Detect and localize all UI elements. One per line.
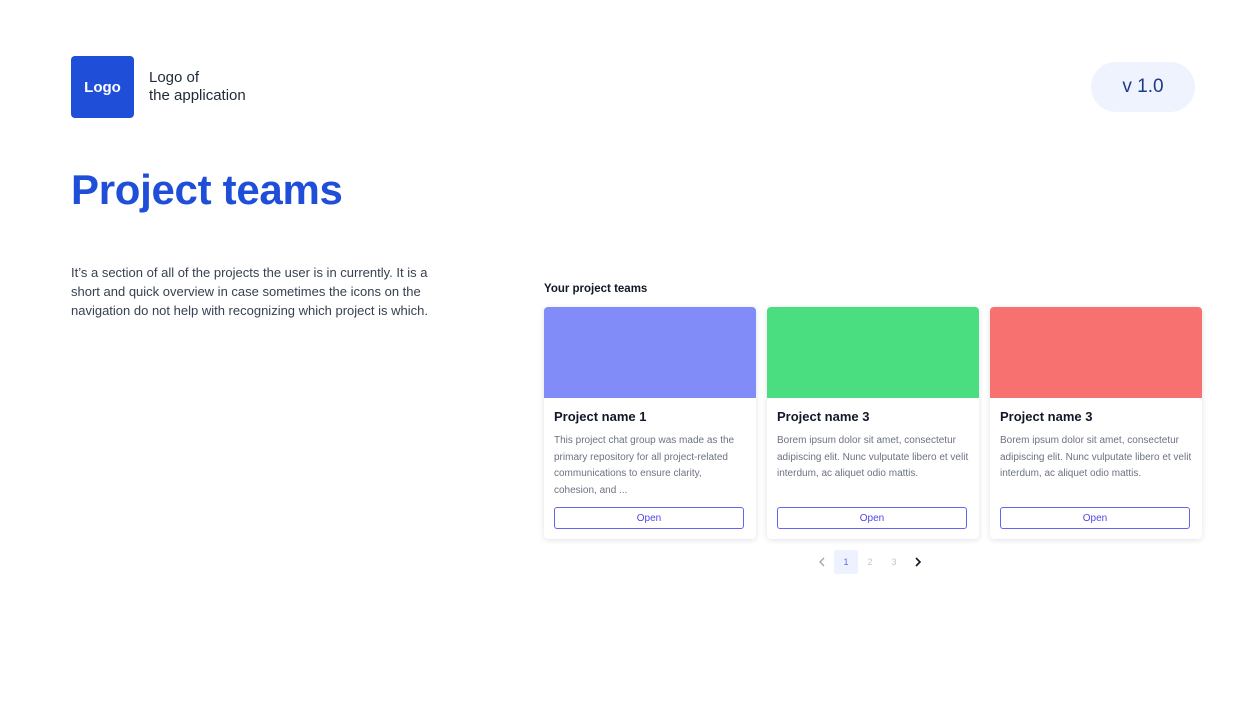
card-description: This project chat group was made as the … — [554, 435, 735, 496]
logo-caption: Logo of the application — [149, 69, 246, 105]
project-card: Project name 3 Borem ipsum dolor sit ame… — [990, 307, 1202, 539]
card-body: Project name 1 This project chat group w… — [544, 398, 756, 529]
card-title: Project name 3 — [777, 409, 870, 424]
logo-caption-line1: Logo of — [149, 69, 200, 86]
card-title: Project name 3 — [1000, 409, 1093, 424]
project-card: Project name 1 This project chat group w… — [544, 307, 756, 539]
version-badge: v 1.0 — [1091, 62, 1195, 112]
chevron-left-icon — [819, 557, 825, 567]
chevron-right-icon — [915, 557, 922, 567]
open-project-button[interactable]: Open — [554, 507, 744, 529]
previous-page-button[interactable] — [810, 550, 834, 574]
app-logo: Logo — [71, 56, 134, 118]
logo-text: Logo — [84, 78, 121, 96]
logo-caption-line2: the application — [149, 87, 246, 104]
page-title: Project teams — [71, 166, 343, 213]
card-description: Borem ipsum dolor sit amet, consectetur … — [1000, 435, 1192, 479]
card-body: Project name 3 Borem ipsum dolor sit ame… — [767, 398, 979, 529]
card-title: Project name 1 — [554, 409, 647, 424]
pagination: 1 2 3 — [810, 550, 930, 574]
card-description: Borem ipsum dolor sit amet, consectetur … — [777, 435, 969, 479]
page-3-button[interactable]: 3 — [882, 550, 906, 574]
page-1-button[interactable]: 1 — [834, 550, 858, 574]
project-card: Project name 3 Borem ipsum dolor sit ame… — [767, 307, 979, 539]
card-body: Project name 3 Borem ipsum dolor sit ame… — [990, 398, 1202, 529]
page-2-button[interactable]: 2 — [858, 550, 882, 574]
card-cover-image — [544, 307, 756, 398]
version-label: v 1.0 — [1122, 76, 1164, 97]
open-project-button[interactable]: Open — [777, 507, 967, 529]
page-description: It’s a section of all of the projects th… — [71, 265, 428, 318]
card-cover-image — [990, 307, 1202, 398]
card-cover-image — [767, 307, 979, 398]
next-page-button[interactable] — [906, 550, 930, 574]
section-title: Your project teams — [544, 283, 648, 295]
open-project-button[interactable]: Open — [1000, 507, 1190, 529]
